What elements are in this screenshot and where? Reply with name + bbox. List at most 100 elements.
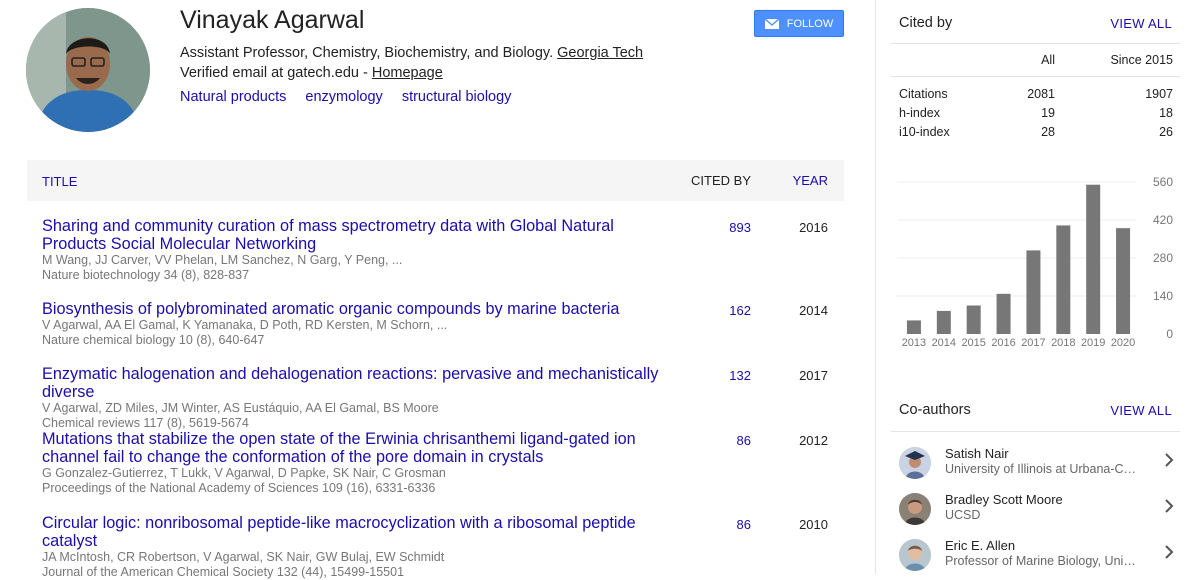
homepage-link[interactable]: Homepage — [372, 65, 443, 81]
interest-link[interactable]: Natural products — [180, 89, 286, 105]
publication-title[interactable]: Biosynthesis of polybrominated aromatic … — [42, 300, 672, 318]
affiliation-link[interactable]: Georgia Tech — [557, 45, 643, 61]
follow-button[interactable]: FOLLOW — [754, 10, 844, 37]
col-since: Since 2015 — [1110, 53, 1173, 67]
x-tick-label: 2013 — [902, 337, 926, 349]
coauthor-avatar — [899, 493, 931, 525]
citations-per-year-chart: 560 420 280 140 0 2013 2014 2015 2016 2017 2018 201… — [897, 175, 1173, 349]
publication-title[interactable]: Mutations that stabilize the open state … — [42, 430, 672, 466]
x-tick-label: 2019 — [1081, 337, 1105, 349]
coauthor-avatar — [899, 539, 931, 571]
profile-name: Vinayak Agarwal — [180, 6, 365, 34]
column-divider — [875, 0, 876, 574]
publication-authors: M Wang, JJ Carver, VV Phelan, LM Sanchez… — [42, 253, 403, 267]
sort-by-year[interactable]: YEAR — [793, 173, 828, 188]
citation-bar — [1116, 228, 1131, 334]
interest-link[interactable]: structural biology — [402, 89, 512, 105]
publication-row: Enzymatic halogenation and dehalogenatio… — [42, 365, 844, 431]
email-text: Verified email at gatech.edu - — [180, 65, 368, 81]
metric-all: 2081 — [1027, 87, 1055, 101]
cited-by-view-all[interactable]: VIEW ALL — [1110, 16, 1172, 31]
coauthors-view-all[interactable]: VIEW ALL — [1110, 403, 1172, 418]
metric-label: h-index — [899, 106, 940, 120]
publications-header: TITLE CITED BY YEAR — [27, 160, 844, 201]
x-tick-label: 2020 — [1111, 337, 1135, 349]
y-tick-label: 140 — [1153, 289, 1173, 303]
cited-by-title: Cited by — [899, 15, 953, 31]
publication-year: 2010 — [799, 517, 828, 532]
metric-label: Citations — [899, 87, 948, 101]
cited-by-count[interactable]: 86 — [737, 433, 751, 448]
x-tick-label: 2014 — [932, 337, 956, 349]
cited-by-count[interactable]: 162 — [729, 303, 751, 318]
cited-by-count[interactable]: 893 — [729, 220, 751, 235]
envelope-icon — [764, 18, 779, 29]
citation-bar — [936, 310, 951, 334]
coauthor-affiliation: UCSD — [945, 508, 981, 522]
metric-all: 19 — [1041, 106, 1055, 120]
divider — [891, 43, 1180, 44]
publication-year: 2016 — [799, 220, 828, 235]
x-tick-label: 2016 — [991, 337, 1015, 349]
publication-venue: Proceedings of the National Academy of S… — [42, 481, 436, 495]
publication-row: Sharing and community curation of mass s… — [42, 217, 844, 283]
publication-venue: Journal of the American Chemical Society… — [42, 565, 405, 579]
coauthor-affiliation: University of Illinois at Urbana-Champai… — [945, 462, 1140, 476]
coauthor-item[interactable]: Bradley Scott Moore UCSD — [891, 485, 1180, 531]
publication-authors: JA McIntosh, CR Robertson, V Agarwal, SK… — [42, 550, 445, 564]
publication-venue: Nature chemical biology 10 (8), 640-647 — [42, 333, 265, 347]
x-tick-label: 2017 — [1021, 337, 1045, 349]
coauthor-name: Satish Nair — [945, 446, 1009, 461]
coauthor-item[interactable]: Satish Nair University of Illinois at Ur… — [891, 439, 1180, 485]
x-tick-label: 2018 — [1051, 337, 1075, 349]
divider — [891, 76, 1180, 77]
y-tick-label: 420 — [1153, 213, 1173, 227]
publication-venue: Nature biotechnology 34 (8), 828-837 — [42, 268, 250, 282]
profile-email: Verified email at gatech.edu - Homepage — [180, 65, 443, 81]
coauthor-name: Eric E. Allen — [945, 538, 1016, 553]
metric-since: 26 — [1159, 125, 1173, 139]
citation-bar — [996, 293, 1011, 334]
publication-row: Mutations that stabilize the open state … — [42, 430, 844, 496]
publication-row: Circular logic: nonribosomal peptide-lik… — [42, 514, 844, 580]
chevron-right-icon — [1164, 452, 1174, 473]
citation-bar — [1026, 250, 1041, 334]
publication-row: Biosynthesis of polybrominated aromatic … — [42, 300, 844, 348]
metric-label: i10-index — [899, 125, 950, 139]
y-tick-label: 560 — [1153, 175, 1173, 189]
publication-year: 2017 — [799, 368, 828, 383]
publication-title[interactable]: Sharing and community curation of mass s… — [42, 217, 672, 253]
sort-by-title[interactable]: TITLE — [42, 174, 77, 189]
publication-year: 2014 — [799, 303, 828, 318]
chevron-right-icon — [1164, 498, 1174, 519]
interest-link[interactable]: enzymology — [305, 89, 382, 105]
cited-by-count[interactable]: 132 — [729, 368, 751, 383]
citation-bar — [1086, 184, 1101, 334]
x-tick-label: 2015 — [961, 337, 985, 349]
coauthor-item[interactable]: Eric E. Allen Professor of Marine Biolog… — [891, 531, 1180, 577]
publication-authors: G Gonzalez-Gutierrez, T Lukk, V Agarwal,… — [42, 466, 446, 480]
profile-photo — [26, 8, 150, 132]
publication-authors: V Agarwal, AA El Gamal, K Yamanaka, D Po… — [42, 318, 448, 332]
coauthor-name: Bradley Scott Moore — [945, 492, 1063, 507]
metric-row: i10-index 28 26 — [899, 125, 1173, 143]
divider — [891, 431, 1180, 432]
publication-title[interactable]: Circular logic: nonribosomal peptide-lik… — [42, 514, 672, 550]
sort-by-cited[interactable]: CITED BY — [691, 173, 751, 188]
publication-title[interactable]: Enzymatic halogenation and dehalogenatio… — [42, 365, 692, 401]
coauthors-title: Co-authors — [899, 402, 971, 418]
affiliation-text: Assistant Professor, Chemistry, Biochemi… — [180, 45, 554, 61]
col-all: All — [1041, 53, 1055, 67]
y-tick-label: 0 — [1166, 327, 1173, 341]
cited-by-count[interactable]: 86 — [737, 517, 751, 532]
metric-row: h-index 19 18 — [899, 106, 1173, 124]
research-interests: Natural products enzymology structural b… — [180, 89, 526, 105]
chevron-right-icon — [1164, 544, 1174, 565]
citation-bar — [1056, 225, 1071, 334]
follow-label: FOLLOW — [786, 17, 834, 30]
citation-bar — [906, 320, 921, 334]
y-tick-label: 280 — [1153, 251, 1173, 265]
metric-since: 18 — [1159, 106, 1173, 120]
publication-authors: V Agarwal, ZD Miles, JM Winter, AS Eustá… — [42, 401, 439, 415]
metric-row: Citations 2081 1907 — [899, 87, 1173, 105]
